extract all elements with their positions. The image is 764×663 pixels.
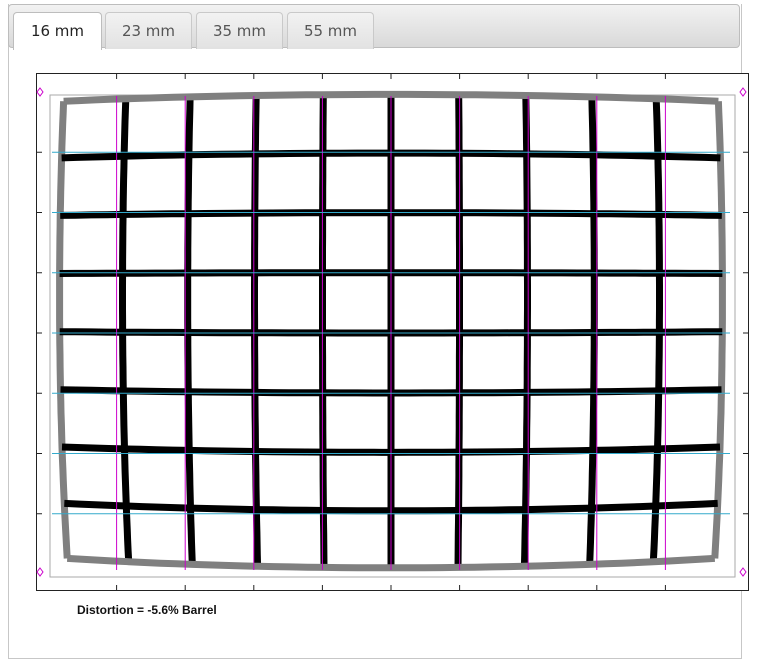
tab-55mm[interactable]: 55 mm — [287, 12, 374, 49]
focal-length-tabbar: 16 mm 23 mm 35 mm 55 mm — [8, 4, 740, 50]
tab-16mm[interactable]: 16 mm — [13, 12, 102, 50]
tab-23mm[interactable]: 23 mm — [105, 12, 192, 49]
distortion-grid-chart — [36, 73, 749, 591]
distortion-readout: Distortion = -5.6% Barrel — [77, 603, 217, 617]
tab-35mm[interactable]: 35 mm — [196, 12, 283, 49]
